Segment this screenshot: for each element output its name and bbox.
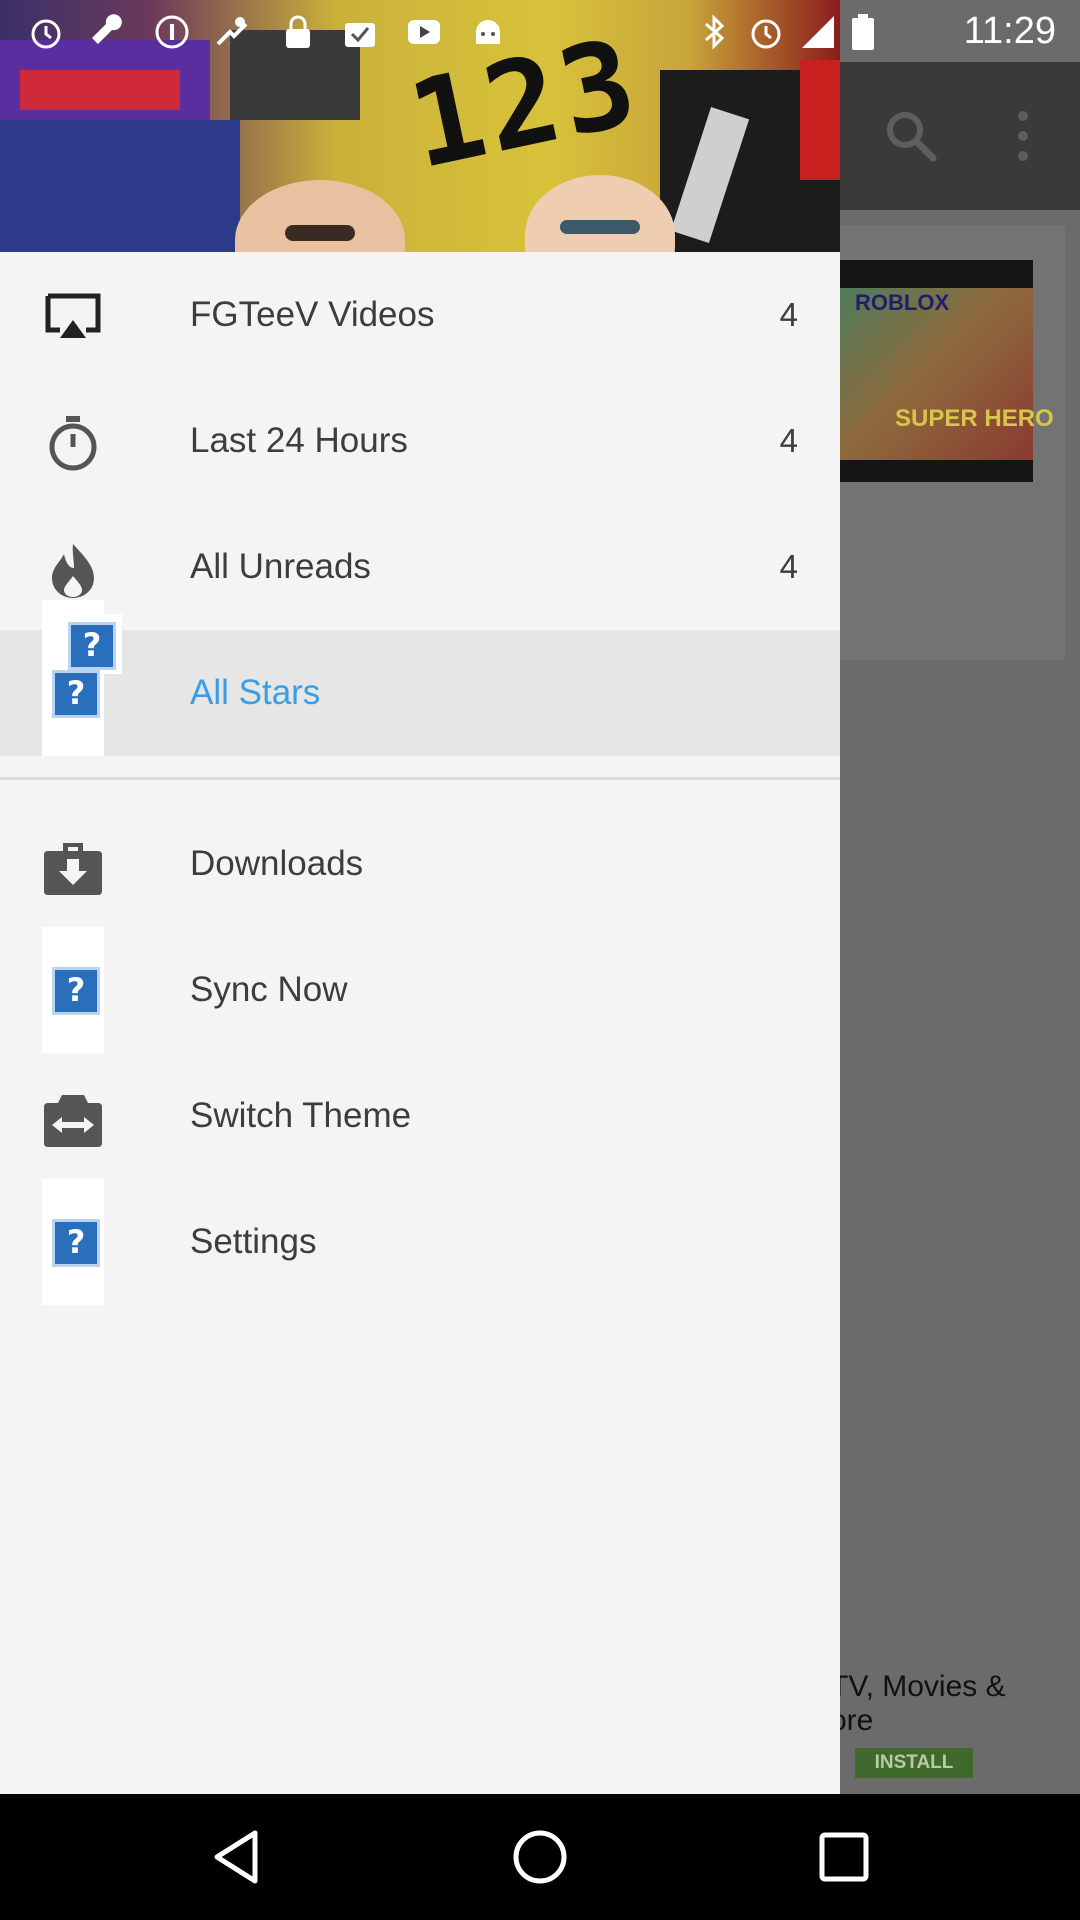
youtube-icon (408, 20, 440, 44)
fake-gps-icon (216, 17, 248, 46)
menu-item-downloads[interactable]: Downloads (0, 801, 840, 927)
switch-camera-icon (44, 1095, 102, 1147)
thumbnail-title: ROBLOX (855, 290, 950, 315)
menu-item-all-stars[interactable]: ? ? All Stars (0, 600, 840, 756)
thumbnail-caption: SUPER HERO (895, 405, 1054, 432)
install-button[interactable]: INSTALL (855, 1748, 973, 1778)
menu-label: Downloads (190, 844, 364, 883)
recents-icon[interactable] (814, 1827, 874, 1887)
info-icon (155, 15, 189, 49)
battery-icon (852, 14, 874, 50)
stopwatch-icon (49, 416, 97, 471)
back-icon[interactable] (207, 1827, 267, 1887)
ad-text: TV, Movies & ore (830, 1670, 1006, 1737)
cast-screen-icon (45, 293, 101, 338)
menu-label: All Unreads (190, 547, 371, 586)
missing-image-icon: ? (68, 622, 116, 670)
missing-image-icon: ? (52, 967, 100, 1015)
wrench-icon (92, 14, 122, 44)
missing-image-icon: ? (52, 670, 100, 718)
missing-image-icon: ? (52, 1219, 100, 1267)
menu-item-fgteev-videos[interactable]: FGTeeV Videos 4 (0, 252, 840, 378)
home-icon[interactable] (510, 1827, 570, 1887)
signal-icon (802, 16, 834, 48)
menu-item-all-unreads[interactable]: All Unreads 4 (0, 504, 840, 630)
android-icon (476, 20, 500, 44)
lock-icon (286, 15, 310, 48)
alarm-icon (751, 19, 781, 49)
download-briefcase-icon (44, 843, 102, 895)
menu-count: 4 (779, 422, 798, 459)
menu-item-sync-now[interactable]: ? Sync Now (0, 927, 840, 1053)
menu-count: 4 (779, 296, 798, 333)
navigation-drawer: 123 FGTeeV Videos 4 Last 24 Hours 4 All … (0, 0, 840, 1794)
status-bar: 11:29 (0, 0, 1080, 62)
menu-count: 4 (779, 548, 798, 585)
briefcase-check-icon (345, 23, 375, 47)
alarm-icon (31, 19, 61, 49)
drawer-divider (0, 777, 840, 780)
system-navigation-bar (0, 1794, 1080, 1920)
bluetooth-icon (705, 14, 725, 50)
overflow-menu-icon[interactable] (1008, 110, 1038, 162)
menu-label: All Stars (190, 673, 321, 712)
menu-label: Sync Now (190, 970, 348, 1009)
menu-item-settings[interactable]: ? Settings (0, 1179, 840, 1305)
menu-item-switch-theme[interactable]: Switch Theme (0, 1053, 840, 1179)
menu-item-last-24-hours[interactable]: Last 24 Hours 4 (0, 378, 840, 504)
status-time: 11:29 (963, 10, 1056, 52)
menu-label: Last 24 Hours (190, 421, 408, 460)
search-icon[interactable] (885, 110, 937, 162)
menu-label: FGTeeV Videos (190, 295, 435, 334)
flame-icon (52, 544, 94, 598)
menu-label: Switch Theme (190, 1096, 412, 1135)
menu-label: Settings (190, 1222, 317, 1261)
